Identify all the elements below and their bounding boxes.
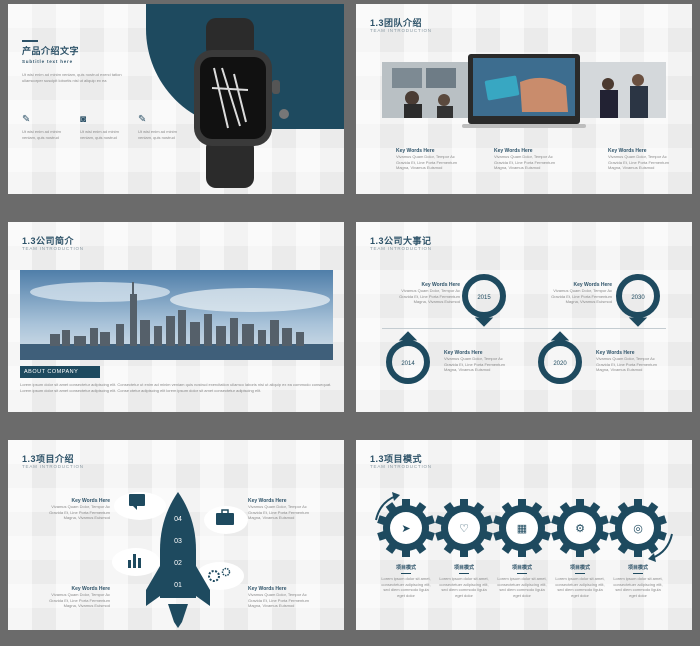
paper-plane-icon: ➤ — [401, 523, 410, 535]
gear-step: ♡ — [435, 499, 493, 557]
slide-10[interactable]: 1.3公司大事记 TEAM INTRODUCTION 2015 2030 201… — [356, 222, 692, 412]
feature-item: ✎ Ut wisi enim ad minim veniam, quis nos… — [22, 114, 72, 140]
pin-icon: ✎ — [138, 114, 147, 125]
camera-icon: ◙ — [80, 114, 87, 125]
keyword-column: Key Words Here Vivamus Quam Dolor, Tempo… — [494, 148, 564, 171]
keyword-text: Vivamus Quam Dolor, Tempor Ac Gravida Et… — [444, 356, 505, 372]
description-text: Ut wisi enim ad minim veniam, quis nostr… — [22, 72, 122, 83]
year-label: 2020 — [553, 361, 567, 367]
keyword-text: Vivamus Quam Dolor, Tempor Ac Gravida Et… — [396, 154, 457, 170]
keyword-text: Vivamus Quam Dolor, Tempor Ac Gravida Et… — [596, 356, 657, 372]
team-photo-strip — [382, 54, 666, 128]
heart-icon: ♡ — [459, 523, 469, 535]
feature-text: Ut wisi enim ad minim veniam, quis nostr… — [80, 129, 119, 140]
keyword-text: Vivamus Quam Dolor, Tempor Ac Gravida Et… — [399, 288, 460, 304]
about-company-label: ABOUT COMPANY — [20, 366, 100, 378]
keyword-block: Key Words Here Vivamus Quam Dolor, Tempo… — [48, 586, 110, 609]
rocket-graphic: 04 03 02 01 — [112, 492, 248, 628]
gear-text: Lorem ipsum dolor sit amet, consectetuer… — [497, 576, 547, 598]
gear-text-block: 项目模式 Lorem ipsum dolor sit amet, consecte… — [438, 564, 490, 598]
gear-text: Lorem ipsum dolor sit amet, consectetuer… — [439, 576, 489, 598]
gear-divider — [633, 573, 643, 574]
event-text-block: Key Words Here Vivamus Quam Dolor, Tempo… — [542, 282, 612, 305]
slide-grid: 产品介绍文字 Subtitle text here Ut wisi enim a… — [0, 0, 700, 646]
keyword-text: Vivamus Quam Dolor, Tempor Ac Gravida Et… — [494, 154, 555, 170]
gear-text-block: 项目模式 Lorem ipsum dolor sit amet, consecte… — [554, 564, 606, 598]
gear-label: 项目模式 — [395, 565, 416, 571]
target-icon: ◎ — [633, 523, 643, 535]
gear-divider — [459, 573, 469, 574]
keyword-text: Vivamus Quam Dolor, Tempor Ac Gravida Et… — [551, 288, 612, 304]
gear-divider — [575, 573, 585, 574]
keyword-text: Vivamus Quam Dolor, Tempor Ac Gravida Et… — [49, 504, 110, 520]
feature-item: ◙ Ut wisi enim ad minim veniam, quis nos… — [80, 114, 130, 140]
event-text-block: Key Words Here Vivamus Quam Dolor, Tempo… — [390, 282, 460, 305]
event-text-block: Key Words Here Vivamus Quam Dolor, Tempo… — [596, 350, 666, 373]
keyword-text: Vivamus Quam Dolor, Tempor Ac Gravida Et… — [608, 154, 669, 170]
keyword-block: Key Words Here Vivamus Quam Dolor, Tempo… — [248, 586, 314, 609]
gear-label: 项目模式 — [627, 565, 648, 571]
keyword-text: Vivamus Quam Dolor, Tempor Ac Gravida Et… — [49, 592, 110, 608]
page-subtitle: Subtitle text here — [22, 59, 73, 64]
rocket-step-label: 03 — [174, 538, 182, 545]
page-subtitle: TEAM INTRODUCTION — [22, 246, 84, 251]
gear-process-graphic: ➤ ♡ ▦ ⚙ ◎ — [375, 492, 673, 562]
gear-label: 项目模式 — [569, 565, 590, 571]
gear-step: ◎ — [609, 499, 667, 557]
gear-text: Lorem ipsum dolor sit amet, consectetuer… — [613, 576, 663, 598]
page-subtitle: TEAM INTRODUCTION — [22, 464, 84, 469]
gear-text-block: 项目模式 Lorem ipsum dolor sit amet, consecte… — [496, 564, 548, 598]
rocket-step-label: 02 — [174, 560, 182, 567]
page-title: 产品介绍文字 — [22, 46, 80, 56]
gear-text-block: 项目模式 Lorem ipsum dolor sit amet, consecte… — [612, 564, 664, 598]
title-bar — [22, 40, 38, 42]
year-label: 2015 — [477, 295, 491, 301]
slide-7[interactable]: 产品介绍文字 Subtitle text here Ut wisi enim a… — [8, 4, 344, 194]
year-label: 2014 — [401, 361, 415, 367]
feature-item: ✎ Ut wisi enim ad minim veniam, quis nos… — [138, 114, 188, 140]
gear-step: ➤ — [377, 499, 435, 557]
event-text-block: Key Words Here Vivamus Quam Dolor, Tempo… — [444, 350, 514, 373]
keyword-block: Key Words Here Vivamus Quam Dolor, Tempo… — [48, 498, 110, 521]
keyword-column: Key Words Here Vivamus Quam Dolor, Tempo… — [608, 148, 678, 171]
rocket-step-label: 01 — [174, 582, 182, 589]
gear-label: 项目模式 — [453, 565, 474, 571]
gear-step: ⚙ — [551, 499, 609, 557]
smartwatch-image — [194, 18, 289, 188]
keyword-block: Key Words Here Vivamus Quam Dolor, Tempo… — [248, 498, 314, 521]
gear-icon: ⚙ — [575, 523, 585, 535]
page-subtitle: TEAM INTRODUCTION — [370, 28, 432, 33]
gear-text-block: 项目模式 Lorem ipsum dolor sit amet, consecte… — [380, 564, 432, 598]
city-skyline-image — [20, 270, 333, 360]
feature-text: Ut wisi enim ad minim veniam, quis nostr… — [22, 129, 61, 140]
body-text: Lorem ipsum dolor sit amet consectetur a… — [20, 382, 332, 393]
gear-divider — [517, 573, 527, 574]
gear-step: ▦ — [493, 499, 551, 557]
slide-8[interactable]: 1.3团队介绍 TEAM INTRODUCTION Key Words Here… — [356, 4, 692, 194]
timeline-graphic: 2015 2030 2014 2020 — [386, 274, 660, 384]
calendar-icon: ▦ — [517, 523, 527, 535]
gear-text: Lorem ipsum dolor sit amet, consectetuer… — [381, 576, 431, 598]
gear-text: Lorem ipsum dolor sit amet, consectetuer… — [555, 576, 605, 598]
year-label: 2030 — [631, 295, 645, 301]
pin-icon: ✎ — [22, 114, 31, 125]
gear-label: 项目模式 — [511, 565, 532, 571]
rocket-step-label: 04 — [174, 516, 182, 523]
feature-icons: ✎ Ut wisi enim ad minim veniam, quis nos… — [22, 114, 177, 174]
slide-9[interactable]: 1.3公司简介 TEAM INTRODUCTION ABOUT COMPANY … — [8, 222, 344, 412]
gear-divider — [401, 573, 411, 574]
slide-12[interactable]: 1.3项目模式 TEAM INTRODUCTION ➤ ♡ ▦ ⚙ ◎ 项目模式 Lore… — [356, 440, 692, 630]
keyword-text: Vivamus Quam Dolor, Tempor Ac Gravida Et… — [248, 592, 309, 608]
keyword-text: Vivamus Quam Dolor, Tempor Ac Gravida Et… — [248, 504, 309, 520]
feature-text: Ut wisi enim ad minim veniam, quis nostr… — [138, 129, 177, 140]
keyword-column: Key Words Here Vivamus Quam Dolor, Tempo… — [396, 148, 466, 171]
slide-11[interactable]: 1.3项目介绍 TEAM INTRODUCTION 04 03 02 01 Ke… — [8, 440, 344, 630]
